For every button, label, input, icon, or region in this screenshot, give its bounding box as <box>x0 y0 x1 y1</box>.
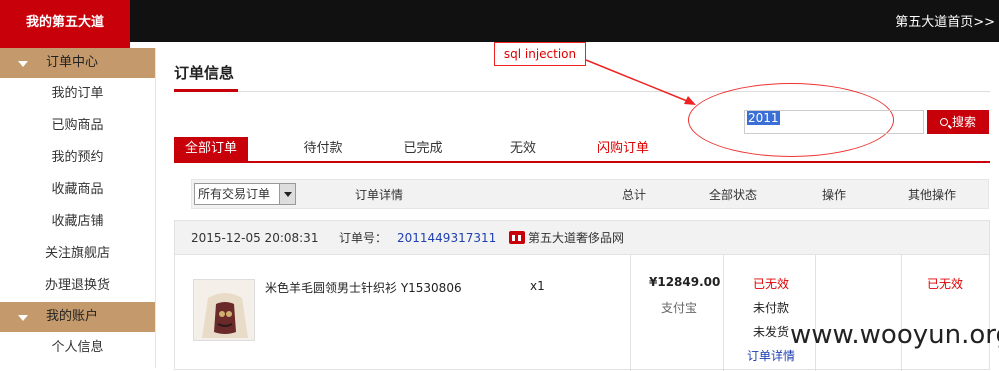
caret-down-icon <box>18 61 28 67</box>
sidebar-item-reservations[interactable]: 我的预约 <box>0 142 155 174</box>
sidebar-item-favorite-shops[interactable]: 收藏店铺 <box>0 206 155 238</box>
tab-all-orders[interactable]: 全部订单 <box>174 137 248 161</box>
title-divider <box>174 91 990 92</box>
watermark: www.wooyun.org <box>790 320 999 350</box>
sidebar-item-favorite-products[interactable]: 收藏商品 <box>0 174 155 206</box>
other-status: 已无效 <box>927 277 964 291</box>
chevron-down-icon <box>279 184 295 204</box>
order-price: ¥12849.00 <box>649 275 721 289</box>
column-divider <box>815 255 816 371</box>
product-quantity: x1 <box>530 279 545 293</box>
status-unpaid: 未付款 <box>753 301 790 315</box>
sql-injection-annotation: sql injection <box>494 42 586 66</box>
status-unshipped: 未发货 <box>753 325 790 339</box>
brand-title[interactable]: 我的第五大道 <box>0 0 130 48</box>
order-number[interactable]: 2011449317311 <box>397 221 496 255</box>
sidebar-item-returns[interactable]: 办理退换货 <box>0 270 155 302</box>
status-invalid: 已无效 <box>753 277 790 291</box>
order-details-link[interactable]: 订单详情 <box>747 347 795 364</box>
title-underline <box>174 89 238 92</box>
order-number-label: 订单号： <box>339 231 388 245</box>
product-name[interactable]: 米色羊毛圆领男士针织衫 Y1530806 <box>265 279 462 296</box>
column-divider <box>630 255 631 371</box>
header-other: 其他操作 <box>908 188 957 202</box>
order-tabs: 全部订单 待付款 已完成 无效 闪购订单 <box>174 137 990 163</box>
header-status[interactable]: 全部状态 <box>709 180 757 210</box>
search-button-label: 搜索 <box>951 115 976 129</box>
search-input[interactable]: 2011 <box>744 110 924 134</box>
tab-invalid[interactable]: 无效 <box>486 137 560 161</box>
search-icon <box>939 118 948 126</box>
table-header: 所有交易订单 订单详情 总计 全部状态 操作 其他操作 <box>191 179 989 209</box>
shop-name[interactable]: 第五大道奢侈品网 <box>528 221 624 255</box>
tab-completed[interactable]: 已完成 <box>386 137 460 161</box>
search-input-value: 2011 <box>747 111 780 125</box>
sidebar-section-order-center[interactable]: 订单中心 <box>0 48 155 78</box>
header-details: 订单详情 <box>355 188 404 202</box>
page-title: 订单信息 <box>174 64 235 82</box>
payment-method: 支付宝 <box>661 301 698 315</box>
header-total: 总计 <box>622 188 647 202</box>
sidebar-item-purchased[interactable]: 已购商品 <box>0 110 155 142</box>
order-filter-select[interactable]: 所有交易订单 <box>194 183 296 205</box>
sidebar: 订单中心 我的订单 已购商品 我的预约 收藏商品 收藏店铺 关注旗舰店 办理退换… <box>0 48 156 368</box>
home-link[interactable]: 第五大道首页>> <box>895 0 995 42</box>
search-button[interactable]: 搜索 <box>927 110 989 134</box>
tab-flash-sale[interactable]: 闪购订单 <box>586 137 660 161</box>
sidebar-section-title: 订单中心 <box>46 55 99 70</box>
order-header: 2015-12-05 20:08:31 订单号： 2011449317311 第… <box>175 221 989 255</box>
order-date: 2015-12-05 20:08:31 <box>191 231 319 245</box>
tab-pending-payment[interactable]: 待付款 <box>286 137 360 161</box>
sidebar-item-my-orders[interactable]: 我的订单 <box>0 78 155 110</box>
product-image[interactable] <box>193 279 255 341</box>
column-divider <box>723 255 724 371</box>
shop-icon <box>509 231 525 244</box>
sidebar-section-title: 我的账户 <box>46 309 99 324</box>
top-bar: 第五大道首页>> <box>0 0 999 42</box>
column-divider <box>901 255 902 371</box>
header-action: 操作 <box>822 188 847 202</box>
caret-down-icon <box>18 315 28 321</box>
order-filter-value: 所有交易订单 <box>198 187 271 201</box>
sidebar-item-followed-stores[interactable]: 关注旗舰店 <box>0 238 155 270</box>
sidebar-item-profile[interactable]: 个人信息 <box>0 332 155 364</box>
sidebar-section-my-account[interactable]: 我的账户 <box>0 302 155 332</box>
annotation-arrow <box>585 59 696 105</box>
